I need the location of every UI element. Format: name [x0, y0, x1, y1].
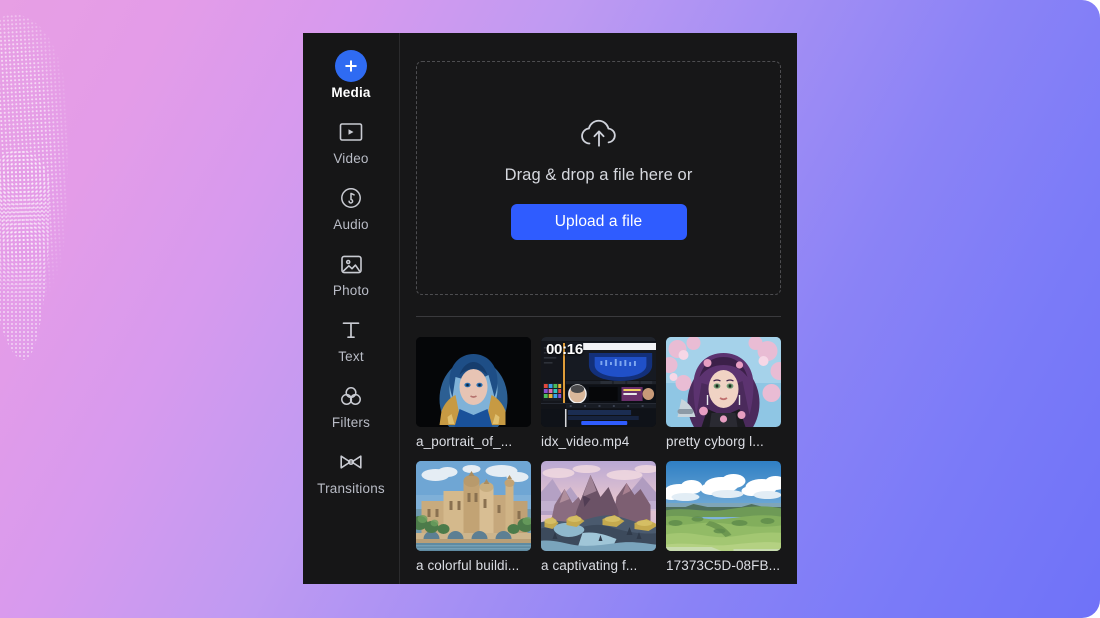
- audio-note-icon: [339, 181, 363, 215]
- media-thumbnail[interactable]: [666, 337, 781, 427]
- media-item-name: idx_video.mp4: [541, 434, 630, 449]
- media-item[interactable]: pretty cyborg l...: [666, 337, 781, 449]
- dropzone-text: Drag & drop a file here or: [504, 166, 693, 184]
- sidebar-item-label: Audio: [333, 217, 369, 232]
- sidebar-item-label: Filters: [331, 415, 371, 430]
- text-t-icon: [339, 313, 363, 347]
- screenshot-stage: Media Video Audio Photo Text Filters Tra…: [0, 0, 1100, 618]
- photo-icon: [339, 247, 364, 281]
- section-divider: [416, 316, 781, 317]
- upload-a-file-button[interactable]: Upload a file: [510, 204, 687, 240]
- media-thumbnail[interactable]: 00:16: [541, 337, 656, 427]
- sidebar-item-photo[interactable]: Photo: [303, 247, 400, 313]
- media-item-name: a colorful buildi...: [416, 558, 520, 573]
- video-icon: [338, 115, 364, 149]
- blue-haired-portrait-image: [416, 337, 531, 427]
- sidebar-item-video[interactable]: Video: [303, 115, 400, 181]
- purple-haired-portrait-image: [666, 337, 781, 427]
- sidebar-item-audio[interactable]: Audio: [303, 181, 400, 247]
- sidebar-item-label: Video: [333, 151, 369, 166]
- sidebar-item-text[interactable]: Text: [303, 313, 400, 379]
- media-item[interactable]: 00:16 idx_video.mp4: [541, 337, 656, 449]
- media-thumbnail[interactable]: [416, 461, 531, 551]
- filters-icon: [338, 379, 364, 413]
- sidebar: Media Video Audio Photo Text Filters Tra…: [303, 33, 400, 584]
- sidebar-item-label: Photo: [332, 283, 370, 298]
- video-duration-badge: 00:16: [546, 341, 583, 358]
- media-item[interactable]: 17373C5D-08FB...: [666, 461, 781, 573]
- media-panel: Drag & drop a file here or Upload a file: [400, 33, 797, 584]
- sandstone-city-image: [416, 461, 531, 551]
- sidebar-item-transitions[interactable]: Transitions: [303, 445, 400, 511]
- media-item[interactable]: a_portrait_of_...: [416, 337, 531, 449]
- plus-circle-icon: [335, 49, 367, 83]
- sidebar-item-label: Text: [338, 349, 364, 364]
- sidebar-item-label: Transitions: [317, 481, 385, 496]
- cloud-upload-icon: [578, 116, 620, 150]
- media-thumbnail[interactable]: [666, 461, 781, 551]
- sidebar-item-label: Media: [331, 85, 371, 100]
- sidebar-item-media[interactable]: Media: [303, 49, 400, 115]
- media-item[interactable]: a colorful buildi...: [416, 461, 531, 573]
- media-grid: a_portrait_of_... 00:16 idx_video.mp4 pr…: [416, 337, 781, 573]
- fantasy-mountains-image: [541, 461, 656, 551]
- media-item-name: a_portrait_of_...: [416, 434, 513, 449]
- media-item[interactable]: a captivating f...: [541, 461, 656, 573]
- media-item-name: a captivating f...: [541, 558, 638, 573]
- sidebar-item-filters[interactable]: Filters: [303, 379, 400, 445]
- media-thumbnail[interactable]: [416, 337, 531, 427]
- editor-window: Media Video Audio Photo Text Filters Tra…: [303, 33, 797, 584]
- transitions-icon: [337, 445, 365, 479]
- file-dropzone[interactable]: Drag & drop a file here or Upload a file: [416, 61, 781, 295]
- green-meadow-image: [666, 461, 781, 551]
- media-item-name: 17373C5D-08FB...: [666, 558, 781, 573]
- media-thumbnail[interactable]: [541, 461, 656, 551]
- media-item-name: pretty cyborg l...: [666, 434, 764, 449]
